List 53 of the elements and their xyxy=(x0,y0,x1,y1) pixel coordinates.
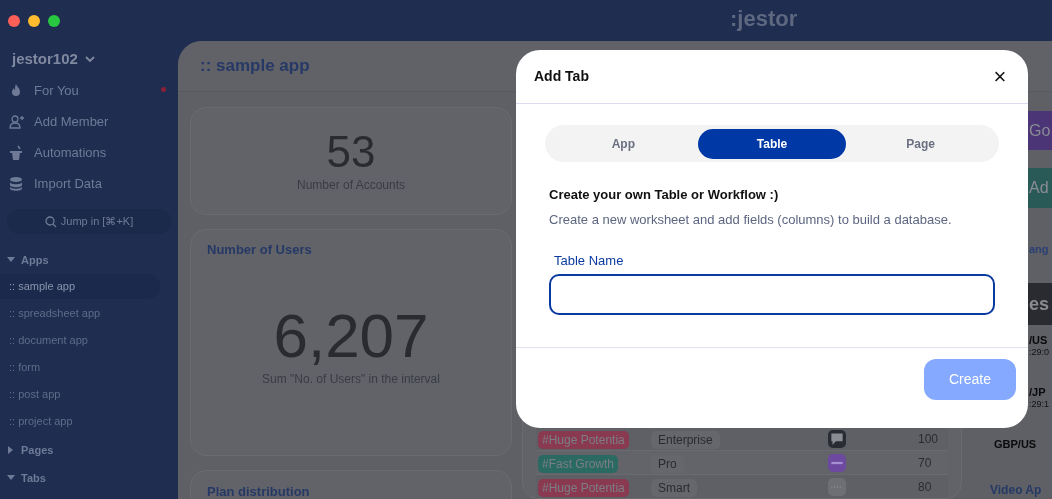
plan-tag: Enterprise xyxy=(651,430,720,449)
sidebar-item[interactable]: :: spreadsheet app xyxy=(0,301,160,326)
database-icon xyxy=(9,175,24,192)
tag: #Huge Potentia xyxy=(538,478,629,497)
section-header[interactable]: Tabs xyxy=(0,466,178,490)
search-icon xyxy=(44,215,57,228)
sidebar-item[interactable]: :: document app xyxy=(0,328,160,353)
tab[interactable]: Page xyxy=(846,128,995,159)
plan-tag: Smart xyxy=(651,478,697,497)
card-title: Video Ap xyxy=(990,482,1042,499)
sidebar-item[interactable]: Automations xyxy=(0,137,178,168)
chat-app-icon xyxy=(828,429,846,448)
card-title: Number of Users xyxy=(207,241,313,259)
description-text: Create a new worksheet and add fields (columns) to build a database. xyxy=(549,210,953,229)
search-field[interactable]: Jump in [⌘+K] xyxy=(7,209,171,234)
table-cell-text: 70 xyxy=(917,454,932,472)
sidebar-item[interactable]: Add Member xyxy=(0,106,178,137)
text-input[interactable] xyxy=(549,274,995,315)
app-logo: :jestor xyxy=(730,5,798,33)
sidebar-item[interactable]: :: project app xyxy=(0,409,160,434)
page-title: :: sample app xyxy=(200,55,310,78)
plan-tag: Pro xyxy=(651,454,684,473)
tab[interactable]: App xyxy=(549,128,698,159)
tab[interactable]: Table xyxy=(697,128,847,159)
add-person-icon xyxy=(9,113,24,130)
sidebar-item[interactable]: :: form xyxy=(0,355,160,380)
section-header[interactable]: Pages xyxy=(0,438,178,462)
section-heading: Create your own Table or Workflow :) xyxy=(549,186,780,204)
sidebar-item[interactable]: :: post app xyxy=(0,382,160,407)
currency-pair: /JP xyxy=(1029,385,1046,400)
zoom-button[interactable] xyxy=(48,14,60,27)
currency-pair: GBP/US xyxy=(994,437,1037,453)
section-header[interactable]: Apps xyxy=(0,248,178,272)
field-label: Table Name xyxy=(554,251,625,270)
close-button[interactable] xyxy=(8,14,20,27)
stat-value: 53 xyxy=(326,128,376,176)
stat-value: 6,207 xyxy=(272,301,430,370)
sidebar-item[interactable]: For You xyxy=(0,75,178,106)
close-button[interactable]: × xyxy=(990,65,1010,88)
minimize-button[interactable] xyxy=(28,14,40,27)
tag: #Fast Growth xyxy=(538,454,619,473)
quote-time: :29:0 xyxy=(1029,347,1050,359)
app-logo-icon xyxy=(828,453,846,472)
card-title: Plan distribution xyxy=(207,483,311,499)
currency-pair: /US xyxy=(1029,333,1048,348)
modal-title: Add Tab xyxy=(534,67,589,86)
workspace-name: jestor102 xyxy=(12,48,78,69)
quote-time: :29:1 xyxy=(1029,399,1050,411)
magic-hat-icon xyxy=(9,144,24,161)
tag: #Huge Potentia xyxy=(538,430,629,449)
sidebar-item[interactable]: Import Data xyxy=(0,168,178,199)
sidebar-item[interactable]: :: sample app xyxy=(0,274,160,299)
chevron-down-icon[interactable] xyxy=(83,55,96,63)
